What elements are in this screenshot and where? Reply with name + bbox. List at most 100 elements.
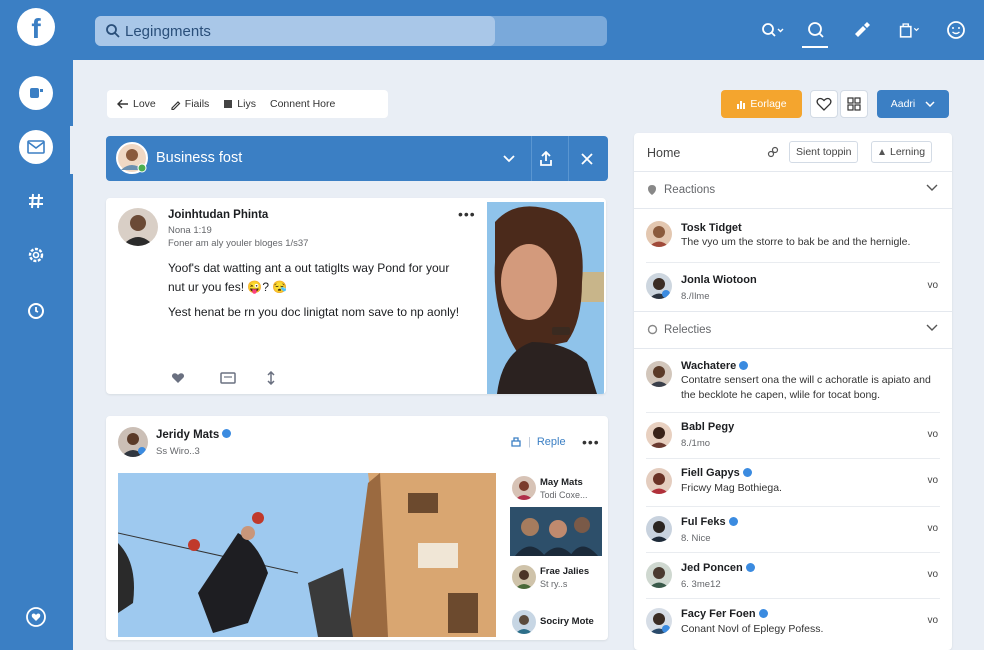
hashtag-icon	[29, 193, 43, 209]
section-reactions[interactable]: Reactions	[634, 171, 952, 209]
row-name: Facy Fer Foen	[681, 608, 768, 620]
search-input[interactable]	[125, 22, 485, 40]
post-meta: Nona 1:19	[168, 225, 212, 236]
sidebar-item-history[interactable]	[19, 294, 53, 328]
active-tab-indicator	[802, 46, 828, 48]
crumb-label: Liys	[237, 98, 256, 110]
side-person-sub: St ry..s	[540, 579, 568, 589]
shopping-bag-icon[interactable]	[898, 18, 922, 42]
panel-row[interactable]: Ful Feks 8. Nice vo	[634, 507, 952, 553]
panel-row[interactable]: Babl Pegy 8./1mo vo	[634, 413, 952, 459]
close-icon[interactable]	[576, 148, 598, 170]
post-author[interactable]: Jeridy Mats	[156, 429, 232, 441]
search-bar[interactable]	[95, 16, 607, 46]
crumb-liys[interactable]: Liys	[223, 98, 256, 110]
panel-row[interactable]: Jed Poncen 6. 3me12 vo	[634, 553, 952, 599]
side-person[interactable]: Sociry Mote	[510, 608, 602, 636]
post-text-line: nut ur you fes! 😜? 😪	[168, 280, 288, 294]
verified-badge-icon	[739, 360, 749, 370]
row-action[interactable]: vo	[927, 523, 938, 534]
chevron-down-icon	[925, 101, 935, 107]
circle-icon	[647, 324, 658, 335]
post-composer[interactable]: Business fost	[106, 136, 608, 181]
side-person[interactable]: Frae Jalies St ry..s	[510, 563, 602, 591]
divider	[568, 136, 569, 181]
row-name: Jed Poncen	[681, 562, 755, 574]
row-action[interactable]: vo	[927, 615, 938, 626]
row-name: Jonla Wiotoon	[681, 274, 757, 286]
facebook-logo[interactable]: f	[17, 8, 55, 46]
chevron-down-icon	[926, 184, 938, 191]
share-icon[interactable]	[535, 148, 557, 170]
panel-row[interactable]: Wachatere Contatre sensert ona the will …	[634, 353, 952, 413]
filter-pill[interactable]: Sient toppin	[789, 141, 859, 163]
panel-row[interactable]: Tosk Tidget The vyo um the storre to bak…	[634, 213, 952, 263]
row-name: Babl Pegy	[681, 421, 735, 433]
back-arrow-icon	[117, 99, 128, 109]
more-options-icon[interactable]: •••	[458, 206, 476, 222]
pill-label: Sient toppin	[796, 146, 852, 158]
sidebar-item-hashtag[interactable]	[19, 184, 53, 218]
verified-badge-icon	[742, 467, 752, 477]
primary-action-button[interactable]: Eorlage	[721, 90, 802, 118]
row-name-text: Wachatere	[681, 360, 737, 372]
avatar	[512, 476, 536, 500]
row-action[interactable]: vo	[927, 475, 938, 486]
right-panel: Home Sient toppin Lerning Reactions Tosk…	[634, 133, 952, 650]
row-sub: 8. Nice	[681, 533, 711, 544]
panel-row[interactable]: Facy Fer Foen Conant Novl of Eplegy Pofe…	[634, 599, 952, 647]
row-name: Wachatere	[681, 360, 749, 372]
sidebar-item-settings[interactable]	[19, 238, 53, 272]
post-author[interactable]: Joinhtudan Phinta	[168, 209, 268, 221]
avatar	[118, 208, 158, 246]
search-icon[interactable]	[804, 18, 828, 42]
grid-button[interactable]	[840, 90, 868, 118]
reply-icon	[511, 437, 521, 447]
post-card: Joinhtudan Phinta Nona 1:19 Foner am aly…	[106, 198, 606, 394]
crumb-label: Fiails	[184, 98, 210, 110]
smiley-icon[interactable]	[944, 18, 968, 42]
heart-icon	[816, 97, 832, 111]
avatar	[646, 221, 672, 247]
like-heart-icon[interactable]	[170, 370, 186, 386]
filter-pill[interactable]: Lerning	[871, 141, 933, 163]
brush-icon[interactable]	[850, 18, 874, 42]
mail-icon	[27, 140, 45, 154]
row-sub: Conant Novl of Eplegy Pofess.	[681, 623, 824, 635]
section-relecties[interactable]: Relecties	[634, 311, 952, 349]
dropdown-button[interactable]: Aadri	[877, 90, 949, 118]
side-photo[interactable]	[510, 507, 602, 556]
comment-icon[interactable]	[220, 370, 236, 386]
crumb-label: Love	[133, 98, 156, 110]
expand-icon[interactable]	[498, 148, 520, 170]
sidebar-item-pages[interactable]	[19, 76, 53, 110]
post-text-line: Yest henat be rn you doc linigtat nom sa…	[168, 305, 460, 319]
sidebar-active-marker	[70, 126, 73, 174]
search-dropdown-icon[interactable]	[760, 18, 784, 42]
share-icon[interactable]	[263, 370, 279, 386]
side-person-name: Sociry Mote	[540, 616, 594, 627]
like-button[interactable]	[810, 90, 838, 118]
side-person-name: May Mats	[540, 477, 583, 488]
panel-row[interactable]: Fiell Gapys Fricwy Mag Bothiega. vo	[634, 459, 952, 507]
post-photo[interactable]	[487, 202, 604, 394]
row-sub: 6. 3me12	[681, 579, 721, 590]
row-action[interactable]: vo	[927, 429, 938, 440]
crumb-connent-hore[interactable]: Connent Hore	[270, 98, 335, 110]
sidebar-item-favorites[interactable]	[19, 600, 53, 634]
link-icon[interactable]	[767, 146, 779, 158]
row-action[interactable]: vo	[927, 569, 938, 580]
post-photo[interactable]	[118, 473, 496, 637]
row-sub: Contatre sensert ona the will c achoratl…	[681, 374, 931, 401]
side-person[interactable]: May Mats Todi Coxe...	[510, 476, 602, 504]
crumb-fiails[interactable]: Fiails	[170, 98, 210, 110]
crumb-love[interactable]: Love	[117, 98, 156, 110]
panel-row[interactable]: Jonla Wiotoon 8./Ilme vo	[634, 263, 952, 311]
avatar	[646, 422, 672, 448]
row-action[interactable]: vo	[927, 280, 938, 291]
crumb-label: Connent Hore	[269, 98, 336, 110]
more-options-icon[interactable]: •••	[582, 434, 600, 450]
avatar	[118, 427, 148, 457]
reply-button[interactable]: | Reple	[510, 436, 566, 448]
sidebar-item-messages[interactable]	[19, 130, 53, 164]
